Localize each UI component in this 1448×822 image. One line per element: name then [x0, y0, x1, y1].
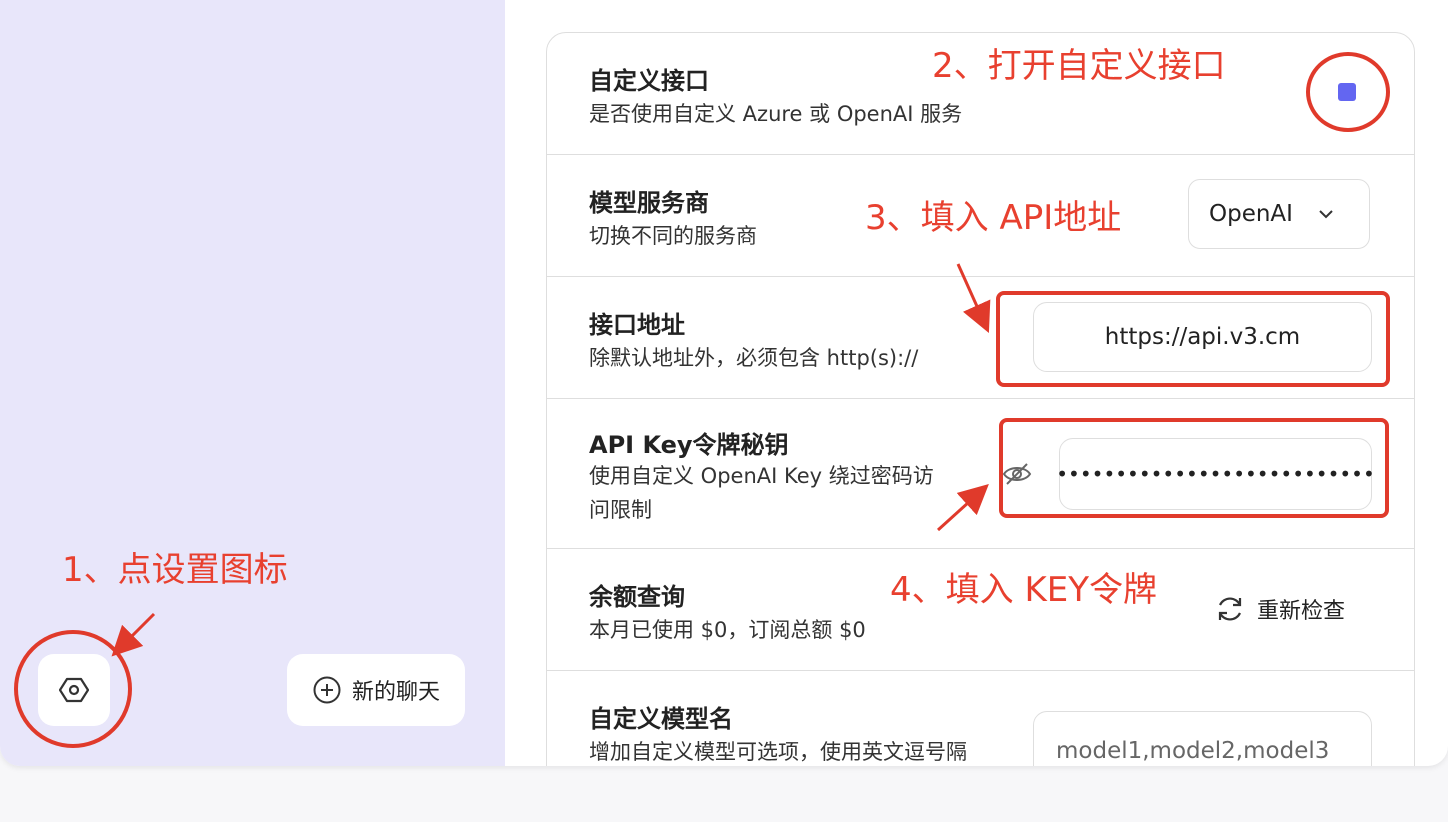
endpoint-title: 接口地址	[589, 311, 685, 339]
endpoint-input[interactable]: https://api.v3.cm	[1033, 302, 1372, 372]
provider-subtitle: 切换不同的服务商	[589, 224, 757, 248]
plus-circle-icon	[313, 676, 341, 704]
custom-api-checkbox[interactable]	[1338, 83, 1356, 101]
eye-off-icon[interactable]	[1002, 461, 1032, 487]
custom-models-placeholder: model1,model2,model3	[1056, 738, 1330, 764]
balance-subtitle: 本月已使用 $0，订阅总额 $0	[589, 618, 866, 642]
settings-button[interactable]	[38, 654, 110, 726]
custom-models-title: 自定义模型名	[589, 705, 733, 733]
new-chat-button[interactable]: 新的聊天	[287, 654, 465, 726]
chevron-down-icon	[1319, 210, 1333, 219]
sidebar: 新的聊天	[0, 0, 505, 766]
api-key-subtitle-line2: 问限制	[589, 498, 652, 522]
custom-api-subtitle: 是否使用自定义 Azure 或 OpenAI 服务	[589, 102, 963, 126]
recheck-button[interactable]: 重新检查	[1215, 593, 1345, 625]
endpoint-subtitle: 除默认地址外，必须包含 http(s)://	[589, 346, 919, 370]
settings-hex-icon	[59, 677, 89, 703]
api-key-subtitle-line1: 使用自定义 OpenAI Key 绕过密码访	[589, 464, 934, 488]
api-key-input[interactable]: •••••••••••••••••••••••••••	[1056, 438, 1375, 510]
settings-panel: 自定义接口 是否使用自定义 Azure 或 OpenAI 服务 模型服务商 切换…	[546, 32, 1415, 766]
new-chat-label: 新的聊天	[351, 680, 440, 705]
refresh-icon	[1218, 597, 1242, 621]
recheck-label: 重新检查	[1257, 599, 1346, 624]
api-key-input-value: •••••••••••••••••••••••••••	[1056, 462, 1375, 486]
custom-api-title: 自定义接口	[589, 67, 709, 95]
provider-select[interactable]: OpenAI	[1188, 179, 1370, 249]
provider-title: 模型服务商	[589, 189, 709, 217]
custom-models-subtitle: 增加自定义模型可选项，使用英文逗号隔	[589, 740, 967, 764]
balance-title: 余额查询	[589, 583, 685, 611]
provider-select-value: OpenAI	[1209, 201, 1293, 227]
settings-row-custom-api: 自定义接口 是否使用自定义 Azure 或 OpenAI 服务	[547, 33, 1414, 155]
app-window: 新的聊天 自定义接口 是否使用自定义 Azure 或 OpenAI 服务 模型服…	[0, 0, 1448, 766]
endpoint-input-value: https://api.v3.cm	[1104, 324, 1301, 350]
api-key-title: API Key令牌秘钥	[589, 431, 789, 459]
custom-models-input[interactable]: model1,model2,model3	[1033, 711, 1372, 766]
